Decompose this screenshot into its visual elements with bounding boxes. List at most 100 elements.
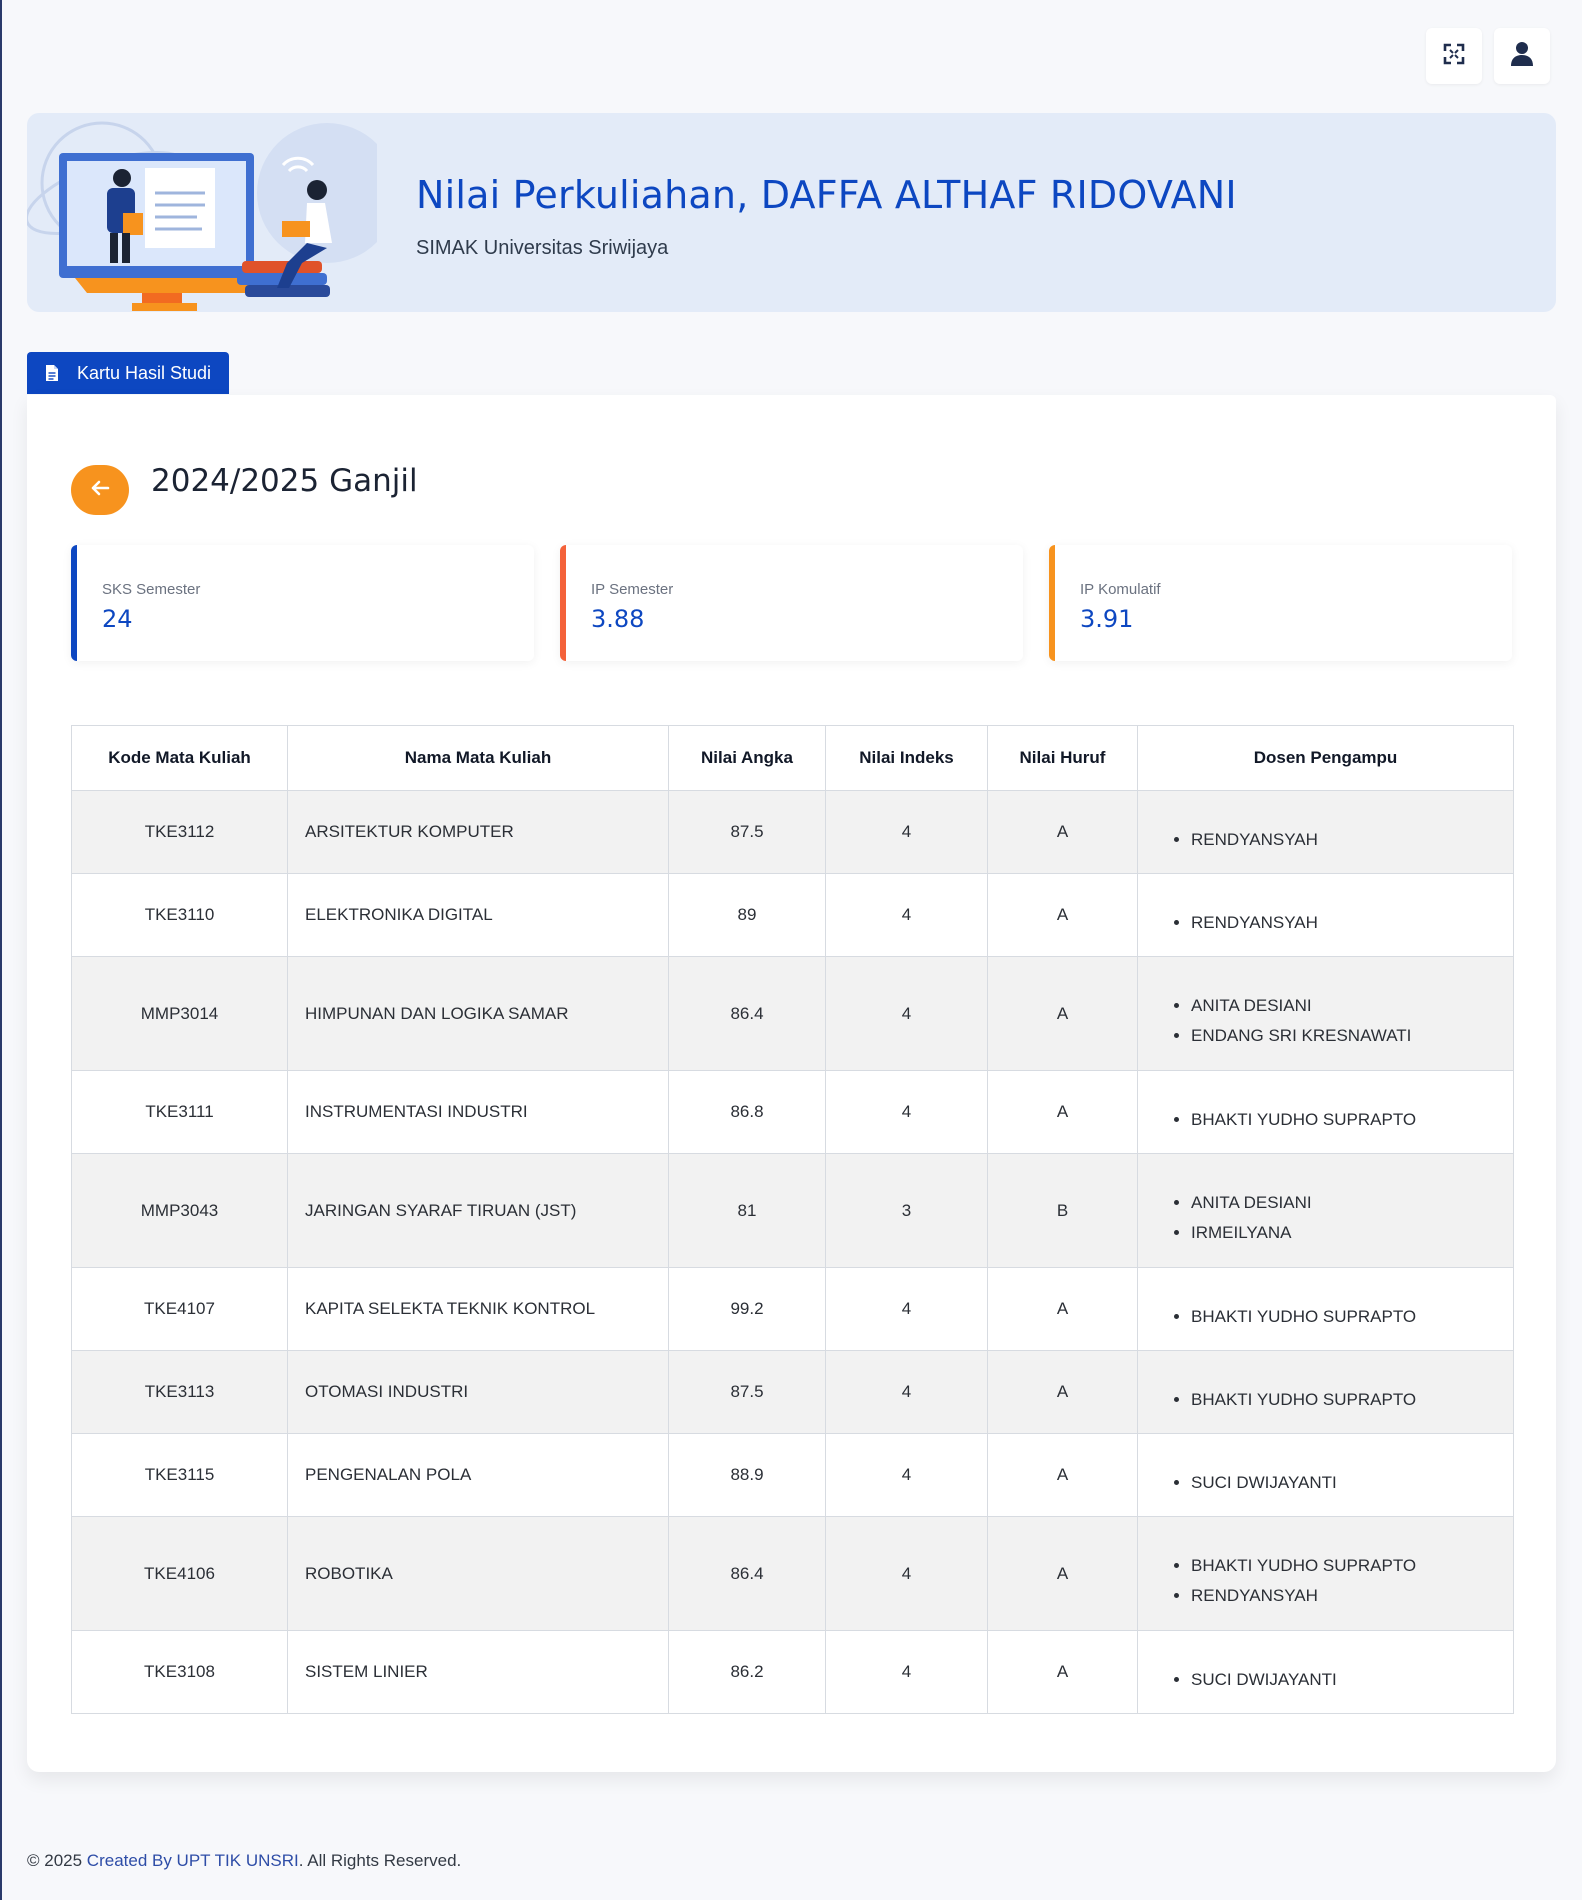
column-header: Nama Mata Kuliah — [287, 725, 669, 791]
cell-nilai-angka: 87.5 — [668, 1350, 826, 1434]
cell-nama: HIMPUNAN DAN LOGIKA SAMAR — [287, 956, 669, 1071]
table-row: MMP3014HIMPUNAN DAN LOGIKA SAMAR86.44AAN… — [71, 956, 1514, 1071]
stat-accent-bar — [71, 545, 77, 661]
cell-kode: TKE3113 — [71, 1350, 288, 1434]
stat-accent-bar — [560, 545, 566, 661]
cell-nilai-huruf: A — [987, 1267, 1138, 1351]
stat-ip-komulatif: IP Komulatif 3.91 — [1049, 545, 1512, 661]
lecturer-item: BHAKTI YUDHO SUPRAPTO — [1191, 1385, 1512, 1415]
cell-kode: TKE3111 — [71, 1070, 288, 1154]
cell-nilai-huruf: A — [987, 1350, 1138, 1434]
cell-nama: ELEKTRONIKA DIGITAL — [287, 873, 669, 957]
stat-value: 3.91 — [1080, 605, 1134, 633]
cell-nama: INSTRUMENTASI INDUSTRI — [287, 1070, 669, 1154]
cell-nama: SISTEM LINIER — [287, 1630, 669, 1714]
header-banner: Nilai Perkuliahan, DAFFA ALTHAF RIDOVANI… — [27, 113, 1556, 312]
lecturer-list: SUCI DWIJAYANTI — [1139, 1468, 1512, 1498]
stat-value: 24 — [102, 605, 133, 633]
cell-nama: OTOMASI INDUSTRI — [287, 1350, 669, 1434]
table-header-row: Kode Mata Kuliah Nama Mata Kuliah Nilai … — [71, 725, 1514, 791]
lecturer-item: ANITA DESIANI — [1191, 991, 1512, 1021]
lecturer-item: BHAKTI YUDHO SUPRAPTO — [1191, 1105, 1512, 1135]
cell-dosen-pengampu: SUCI DWIJAYANTI — [1137, 1433, 1514, 1517]
cell-dosen-pengampu: RENDYANSYAH — [1137, 873, 1514, 957]
grades-card: 2024/2025 Ganjil SKS Semester 24 IP Seme… — [27, 395, 1556, 1772]
cell-nama: PENGENALAN POLA — [287, 1433, 669, 1517]
tab-kartu-hasil-studi[interactable]: Kartu Hasil Studi — [27, 352, 229, 394]
stat-value: 3.88 — [591, 605, 645, 633]
stat-label: IP Semester — [591, 581, 674, 598]
lecturer-item: SUCI DWIJAYANTI — [1191, 1468, 1512, 1498]
tab-label: Kartu Hasil Studi — [77, 362, 212, 383]
stat-label: IP Komulatif — [1080, 581, 1161, 598]
cell-nilai-indeks: 4 — [825, 1267, 988, 1351]
cell-dosen-pengampu: ANITA DESIANIIRMEILYANA — [1137, 1153, 1514, 1268]
lecturer-item: IRMEILYANA — [1191, 1218, 1512, 1248]
page-left-edge — [0, 0, 2, 1900]
column-header: Dosen Pengampu — [1137, 725, 1514, 791]
cell-nilai-huruf: B — [987, 1153, 1138, 1268]
cell-nama: JARINGAN SYARAF TIRUAN (JST) — [287, 1153, 669, 1268]
cell-nilai-indeks: 4 — [825, 1070, 988, 1154]
column-header: Nilai Huruf — [987, 725, 1138, 791]
cell-dosen-pengampu: ANITA DESIANIENDANG SRI KRESNAWATI — [1137, 956, 1514, 1071]
lecturer-item: RENDYANSYAH — [1191, 1581, 1512, 1611]
cell-nilai-indeks: 4 — [825, 1350, 988, 1434]
page-subtitle: SIMAK Universitas Sriwijaya — [416, 237, 669, 259]
cell-nilai-angka: 86.8 — [668, 1070, 826, 1154]
fullscreen-button[interactable] — [1426, 28, 1482, 84]
lecturer-list: RENDYANSYAH — [1139, 908, 1512, 938]
lecturer-item: BHAKTI YUDHO SUPRAPTO — [1191, 1302, 1512, 1332]
cell-nilai-indeks: 4 — [825, 1630, 988, 1714]
cell-dosen-pengampu: BHAKTI YUDHO SUPRAPTO — [1137, 1267, 1514, 1351]
lecturer-list: BHAKTI YUDHO SUPRAPTO — [1139, 1302, 1512, 1332]
lecturer-list: BHAKTI YUDHO SUPRAPTO — [1139, 1105, 1512, 1135]
grades-table: Kode Mata Kuliah Nama Mata Kuliah Nilai … — [71, 725, 1514, 1714]
page-title: Nilai Perkuliahan, DAFFA ALTHAF RIDOVANI — [416, 173, 1237, 217]
footer: © 2025 Created By UPT TIK UNSRI. All Rig… — [27, 1851, 461, 1871]
fullscreen-icon — [1443, 43, 1465, 70]
cell-kode: TKE4107 — [71, 1267, 288, 1351]
cell-nilai-huruf: A — [987, 790, 1138, 874]
stat-label: SKS Semester — [102, 581, 201, 598]
lecturer-item: ENDANG SRI KRESNAWATI — [1191, 1021, 1512, 1051]
cell-kode: TKE3115 — [71, 1433, 288, 1517]
cell-nilai-huruf: A — [987, 1516, 1138, 1631]
lecturer-list: BHAKTI YUDHO SUPRAPTORENDYANSYAH — [1139, 1551, 1512, 1611]
footer-rights: . All Rights Reserved. — [298, 1851, 462, 1870]
cell-nilai-angka: 86.2 — [668, 1630, 826, 1714]
cell-nilai-angka: 89 — [668, 873, 826, 957]
cell-nilai-angka: 86.4 — [668, 956, 826, 1071]
footer-copyright: © 2025 — [27, 1851, 87, 1870]
cell-kode: MMP3014 — [71, 956, 288, 1071]
table-row: MMP3043JARINGAN SYARAF TIRUAN (JST)813BA… — [71, 1153, 1514, 1268]
cell-nilai-huruf: A — [987, 873, 1138, 957]
cell-nilai-huruf: A — [987, 956, 1138, 1071]
cell-nilai-indeks: 4 — [825, 956, 988, 1071]
cell-nilai-indeks: 4 — [825, 1433, 988, 1517]
cell-dosen-pengampu: RENDYANSYAH — [1137, 790, 1514, 874]
user-icon — [1510, 41, 1534, 72]
back-button[interactable] — [71, 465, 129, 515]
cell-dosen-pengampu: BHAKTI YUDHO SUPRAPTO — [1137, 1350, 1514, 1434]
column-header: Nilai Angka — [668, 725, 826, 791]
cell-nama: ARSITEKTUR KOMPUTER — [287, 790, 669, 874]
banner-illustration — [27, 121, 377, 311]
user-menu-button[interactable] — [1494, 28, 1550, 84]
footer-link[interactable]: Created By UPT TIK UNSRI — [87, 1851, 299, 1870]
cell-nilai-angka: 86.4 — [668, 1516, 826, 1631]
cell-dosen-pengampu: BHAKTI YUDHO SUPRAPTO — [1137, 1070, 1514, 1154]
cell-kode: TKE3108 — [71, 1630, 288, 1714]
table-row: TKE3112ARSITEKTUR KOMPUTER87.54A RENDYANS… — [71, 790, 1514, 874]
cell-nilai-angka: 87.5 — [668, 790, 826, 874]
cell-nilai-huruf: A — [987, 1433, 1138, 1517]
column-header: Kode Mata Kuliah — [71, 725, 288, 791]
arrow-left-icon — [90, 480, 110, 501]
lecturer-item: RENDYANSYAH — [1191, 908, 1512, 938]
cell-dosen-pengampu: BHAKTI YUDHO SUPRAPTORENDYANSYAH — [1137, 1516, 1514, 1631]
cell-kode: TKE3112 — [71, 790, 288, 874]
cell-kode: TKE3110 — [71, 873, 288, 957]
semester-title: 2024/2025 Ganjil — [151, 463, 418, 499]
table-row: TKE3108SISTEM LINIER86.24A SUCI DWIJAYANT… — [71, 1630, 1514, 1714]
cell-nilai-indeks: 4 — [825, 790, 988, 874]
